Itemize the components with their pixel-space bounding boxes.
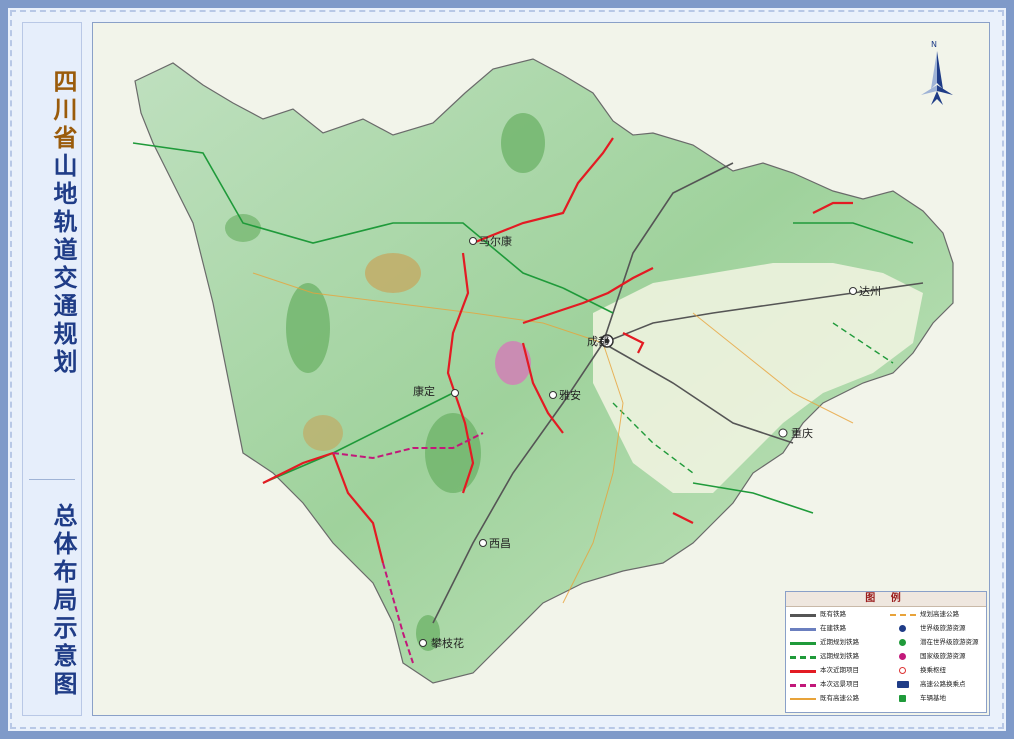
- svg-text:西昌: 西昌: [489, 537, 511, 550]
- north-arrow-icon: N: [921, 40, 953, 105]
- mountain-patch: [286, 283, 330, 373]
- legend-potential-world-resource: 潜在世界级旅游资源: [890, 637, 979, 648]
- legend-planned-highway: 规划高速公路: [890, 609, 959, 620]
- legend-existing-rail: 既有铁路: [790, 609, 846, 620]
- svg-text:马尔康: 马尔康: [479, 234, 512, 248]
- legend-transfer-hub: 换乘枢纽: [890, 665, 946, 676]
- svg-text:攀枝花: 攀枝花: [431, 636, 464, 650]
- title-panel: 四川省山地轨道交通规划 总体布局示意图: [22, 22, 82, 716]
- title-divider: [29, 479, 75, 480]
- legend-existing-highway: 既有高速公路: [790, 693, 859, 704]
- mountain-patch: [425, 413, 481, 493]
- mountain-patch: [225, 214, 261, 242]
- svg-text:N: N: [931, 40, 937, 49]
- svg-text:雅安: 雅安: [559, 388, 581, 402]
- mountain-patch: [501, 113, 545, 173]
- mountain-patch: [365, 253, 421, 293]
- scenic-area: [495, 341, 531, 385]
- mountain-patch: [303, 415, 343, 451]
- map-subtitle: 总体布局示意图: [49, 503, 77, 699]
- city-chengdu[interactable]: 成都: [587, 334, 614, 348]
- legend-far-plan-rail: 远期规划铁路: [790, 651, 859, 662]
- svg-text:达州: 达州: [859, 285, 881, 298]
- legend-world-resource: 世界级旅游资源: [890, 623, 966, 634]
- legend-near-project: 本次近期项目: [790, 665, 859, 676]
- legend-near-plan-rail: 近期规划铁路: [790, 637, 859, 648]
- svg-text:重庆: 重庆: [791, 426, 813, 440]
- map-area[interactable]: 成都 重庆 达州 西昌 康定 攀枝花 马尔康 雅安 N 图 例 既有铁路 在建铁…: [92, 22, 990, 716]
- legend-far-project: 本次远景项目: [790, 679, 859, 690]
- legend-national-resource: 国家级旅游资源: [890, 651, 966, 662]
- legend-construction-rail: 在建铁路: [790, 623, 846, 634]
- legend-title: 图 例: [786, 592, 986, 607]
- svg-text:康定: 康定: [413, 384, 435, 398]
- map-title: 四川省山地轨道交通规划: [49, 69, 77, 377]
- svg-text:成都: 成都: [587, 335, 609, 348]
- legend-depot: 车辆基地: [890, 693, 946, 704]
- map-legend: 图 例 既有铁路 在建铁路 近期规划铁路 远期规划铁路 本次近期项目 本次远景项…: [785, 591, 987, 713]
- legend-highway-transfer: 高速公路换乘点: [890, 679, 966, 690]
